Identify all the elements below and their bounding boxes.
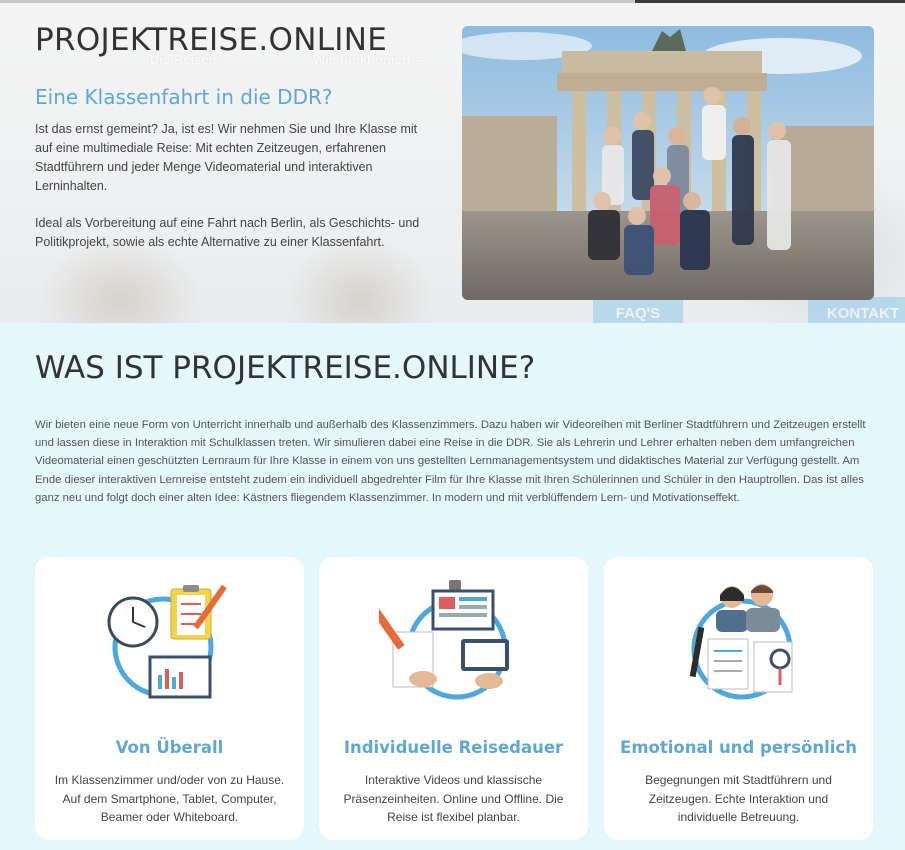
feature-card-anywhere: Von Überall Im Klassenzimmer und/oder vo… — [35, 557, 304, 840]
section-text: Wir bieten eine neue Form von Unterricht… — [35, 419, 866, 504]
hero-paragraph-1: Ist das ernst gemeint? Ja, ist es! Wir n… — [35, 122, 418, 193]
devices-hands-icon — [371, 577, 529, 707]
hero-subtitle: Eine Klassenfahrt in die DDR? — [35, 85, 333, 109]
brandenburg-gate-photo — [462, 26, 874, 300]
feature-card-duration: Individuelle Reisedauer Interaktive Vide… — [319, 557, 588, 840]
top-border — [0, 0, 905, 3]
people-documents-icon — [664, 577, 814, 707]
card-text: Interaktive Videos und klassische Präsen… — [343, 773, 564, 824]
card-title: Von Überall — [115, 738, 224, 757]
hero-section: Die Reisen Wie funktioniert's FAQ'S KONT… — [0, 0, 905, 323]
brand-title: PROJEKTREISE.ONLINE — [35, 22, 388, 58]
kontakt-button[interactable]: KONTAKT — [808, 297, 905, 323]
card-text: Begegnungen mit Stadtführern und Zeitzeu… — [645, 773, 832, 824]
faq-button[interactable]: FAQ'S — [593, 297, 683, 323]
card-title: Emotional und persönlich — [620, 738, 857, 757]
feature-card-emotional: Emotional und persönlich Begegnungen mit… — [604, 557, 873, 840]
section-title: WAS IST PROJEKTREISE.ONLINE? — [35, 350, 536, 386]
card-title: Individuelle Reisedauer — [343, 738, 564, 757]
clock-clipboard-laptop-icon — [95, 577, 245, 707]
card-text: Im Klassenzimmer und/oder von zu Hause. … — [54, 773, 285, 824]
hero-paragraph-2: Ideal als Vorbereitung auf eine Fahrt na… — [35, 216, 420, 249]
